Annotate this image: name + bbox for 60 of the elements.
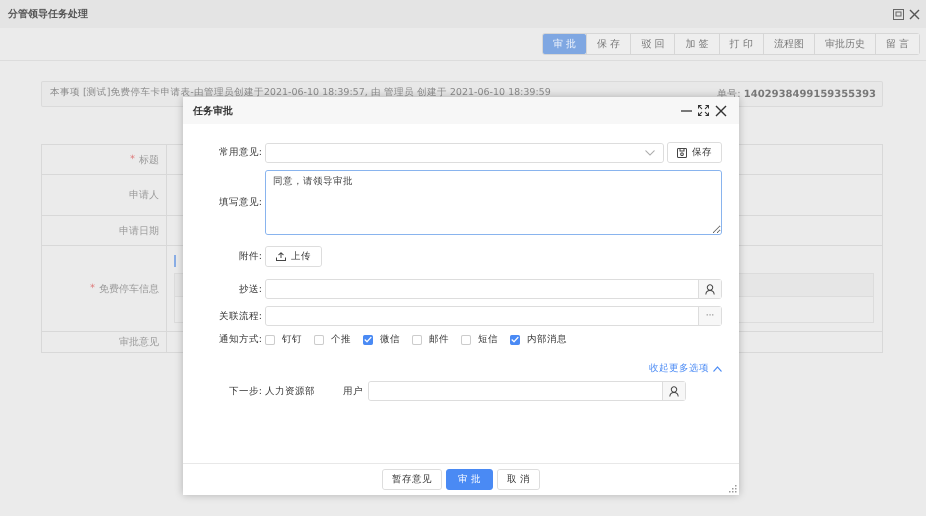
opinion-field[interactable]: 同意，请领导审批 bbox=[265, 170, 722, 235]
check-icon bbox=[511, 336, 519, 343]
upload-icon bbox=[276, 252, 286, 261]
next-step-value: 人力资源部 bbox=[264, 384, 316, 398]
resize-grip-icon[interactable] bbox=[729, 485, 737, 493]
maximize-icon[interactable] bbox=[698, 105, 709, 116]
checkbox[interactable] bbox=[510, 334, 520, 344]
checkbox[interactable] bbox=[461, 334, 471, 344]
check-icon bbox=[364, 336, 372, 343]
person-icon bbox=[669, 386, 679, 396]
checkbox-label[interactable]: 个推 bbox=[331, 333, 351, 346]
upload-button[interactable]: 上传 bbox=[265, 246, 322, 267]
field-label: 填写意见: bbox=[218, 196, 262, 209]
toolbar-button[interactable]: 留 言 bbox=[874, 34, 919, 54]
field-label: 关联流程: bbox=[218, 310, 262, 322]
info-text: 本事项 [测试]免费停车卡申请表-由管理员创建于2021-06-10 18:39:57, 由 管理员 创建于 2021-06-10 18:39:59 bbox=[50, 86, 551, 98]
user-picker-button[interactable] bbox=[662, 382, 685, 400]
field-label: 申请日期 bbox=[119, 224, 159, 238]
checkbox[interactable] bbox=[412, 334, 422, 344]
field-label: 申请人 bbox=[129, 188, 159, 202]
dialog-title: 任务审批 bbox=[193, 104, 233, 118]
checkbox-label[interactable]: 邮件 bbox=[429, 333, 449, 346]
person-icon bbox=[705, 284, 715, 294]
required-mark: * bbox=[130, 154, 135, 165]
dialog-button[interactable]: 暂存意见 bbox=[382, 469, 442, 490]
related-flow-field[interactable]: ··· bbox=[265, 306, 722, 326]
user-picker-button[interactable] bbox=[698, 280, 721, 298]
user-field[interactable] bbox=[368, 381, 686, 401]
checkbox[interactable] bbox=[314, 334, 324, 344]
field-label: 下一步: bbox=[228, 384, 262, 398]
close-icon[interactable] bbox=[715, 104, 727, 116]
field-label: 常用意见: bbox=[218, 146, 262, 159]
checkbox[interactable] bbox=[265, 334, 275, 344]
dialog-button[interactable]: 取 消 bbox=[497, 469, 540, 490]
section-marker bbox=[174, 254, 176, 266]
approve-button[interactable]: 审 批 bbox=[446, 469, 493, 490]
order-number: 1402938499159355393 bbox=[744, 89, 876, 100]
chevron-down-icon bbox=[645, 150, 655, 156]
field-label: 用户 bbox=[343, 384, 364, 398]
close-icon[interactable] bbox=[909, 8, 920, 20]
checkbox-label[interactable]: 钉钉 bbox=[282, 333, 302, 346]
field-label: 免费停车信息 bbox=[99, 282, 159, 296]
save-button[interactable]: 保存 bbox=[667, 142, 722, 163]
required-mark: * bbox=[90, 283, 95, 294]
checkbox-label[interactable]: 内部消息 bbox=[527, 333, 567, 346]
field-label: 审批意见 bbox=[119, 336, 159, 349]
more-button[interactable]: ··· bbox=[698, 307, 721, 325]
save-icon bbox=[677, 148, 687, 158]
field-label: 抄送: bbox=[238, 282, 262, 296]
cc-field[interactable] bbox=[265, 279, 722, 299]
chevron-up-icon[interactable] bbox=[713, 366, 722, 372]
field-label: 标题 bbox=[139, 154, 159, 166]
checkbox[interactable] bbox=[363, 334, 373, 344]
checkbox-label[interactable]: 短信 bbox=[478, 333, 498, 346]
field-label: 通知方式: bbox=[218, 333, 262, 346]
restore-icon[interactable] bbox=[893, 8, 904, 20]
window-title: 分管领导任务处理 bbox=[8, 8, 88, 21]
collapse-link[interactable]: 收起更多选项 bbox=[649, 362, 709, 375]
checkbox-label[interactable]: 微信 bbox=[380, 333, 400, 346]
field-label: 附件: bbox=[238, 250, 262, 263]
